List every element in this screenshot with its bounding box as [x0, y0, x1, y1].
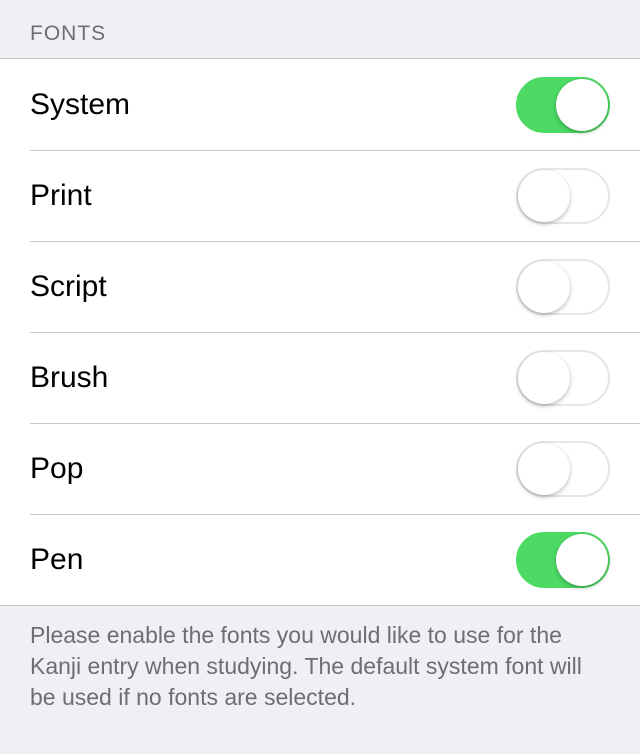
font-label: Print	[30, 179, 92, 213]
font-switch-brush[interactable]	[516, 350, 610, 406]
switch-knob	[518, 443, 570, 495]
font-row-script: Script	[0, 241, 640, 332]
fonts-list: System Print Script Brush Pop Pen	[0, 58, 640, 606]
font-row-print: Print	[0, 150, 640, 241]
font-switch-pop[interactable]	[516, 441, 610, 497]
font-label: Pen	[30, 543, 83, 577]
font-label: Brush	[30, 361, 108, 395]
switch-knob	[518, 170, 570, 222]
font-switch-script[interactable]	[516, 259, 610, 315]
font-row-system: System	[0, 59, 640, 150]
section-footer: Please enable the fonts you would like t…	[0, 606, 640, 713]
switch-knob	[556, 534, 608, 586]
font-switch-system[interactable]	[516, 77, 610, 133]
font-row-pen: Pen	[0, 514, 640, 605]
font-switch-pen[interactable]	[516, 532, 610, 588]
font-switch-print[interactable]	[516, 168, 610, 224]
font-label: System	[30, 88, 130, 122]
font-label: Script	[30, 270, 107, 304]
font-label: Pop	[30, 452, 83, 486]
switch-knob	[518, 352, 570, 404]
switch-knob	[556, 79, 608, 131]
font-row-brush: Brush	[0, 332, 640, 423]
section-header: FONTS	[0, 0, 640, 58]
switch-knob	[518, 261, 570, 313]
font-row-pop: Pop	[0, 423, 640, 514]
